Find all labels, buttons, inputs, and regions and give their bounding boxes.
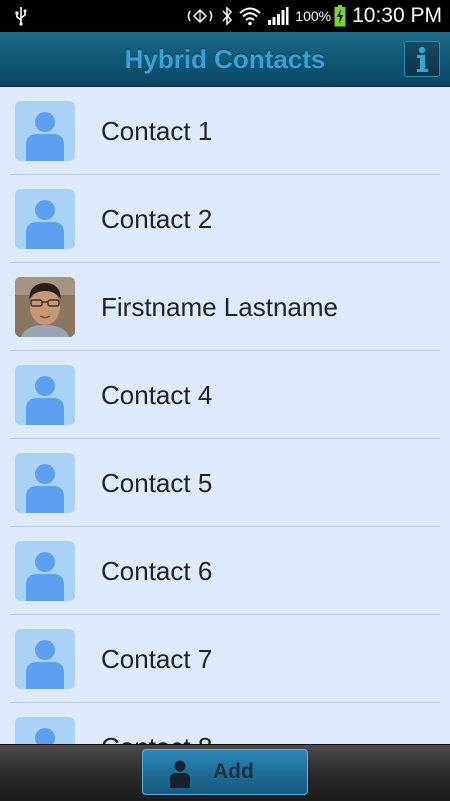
contact-row[interactable]: Firstname Lastname	[10, 263, 440, 351]
wifi-icon	[239, 7, 261, 26]
contact-name: Contact 1	[101, 116, 213, 146]
bottom-toolbar: Add	[0, 744, 450, 801]
app-header: Hybrid Contacts	[0, 32, 450, 87]
info-icon	[417, 46, 428, 72]
status-bar: 100% 10:30 PM	[0, 0, 450, 32]
add-contact-button[interactable]: Add	[142, 749, 308, 795]
contact-name: Contact 2	[101, 204, 213, 234]
contact-name: Contact 4	[101, 380, 213, 410]
page-title: Hybrid Contacts	[124, 44, 326, 74]
contact-row[interactable]: Contact 2	[10, 175, 440, 263]
usb-icon	[15, 7, 27, 26]
battery-percent: 100%	[295, 8, 332, 24]
person-icon	[170, 760, 190, 788]
contact-row[interactable]: Contact 7	[10, 615, 440, 703]
default-avatar-icon	[15, 717, 75, 744]
bluetooth-icon	[222, 6, 233, 26]
contact-name: Contact 8	[101, 732, 212, 744]
contact-photo-avatar	[15, 277, 75, 337]
nfc-icon	[188, 8, 213, 24]
default-avatar-icon	[15, 453, 75, 513]
contact-name: Contact 5	[101, 468, 213, 498]
add-button-label: Add	[213, 760, 254, 783]
contact-row[interactable]: Contact 6	[10, 527, 440, 615]
contact-list[interactable]: Contact 1 Contact 2 Firstname Lastname C…	[0, 87, 450, 744]
default-avatar-icon	[15, 629, 75, 689]
default-avatar-icon	[15, 101, 75, 161]
contact-row[interactable]: Contact 5	[10, 439, 440, 527]
default-avatar-icon	[15, 189, 75, 249]
contact-name: Firstname Lastname	[101, 292, 338, 322]
status-time: 10:30 PM	[352, 4, 442, 27]
default-avatar-icon	[15, 541, 75, 601]
contact-row[interactable]: Contact 8	[10, 703, 440, 744]
contact-row[interactable]: Contact 4	[10, 351, 440, 439]
signal-icon	[268, 7, 289, 25]
contact-name: Contact 6	[101, 556, 213, 586]
battery-charging-icon	[334, 5, 346, 27]
info-button[interactable]	[404, 41, 440, 77]
contact-row[interactable]: Contact 1	[10, 87, 440, 175]
contact-name: Contact 7	[101, 644, 213, 674]
default-avatar-icon	[15, 365, 75, 425]
